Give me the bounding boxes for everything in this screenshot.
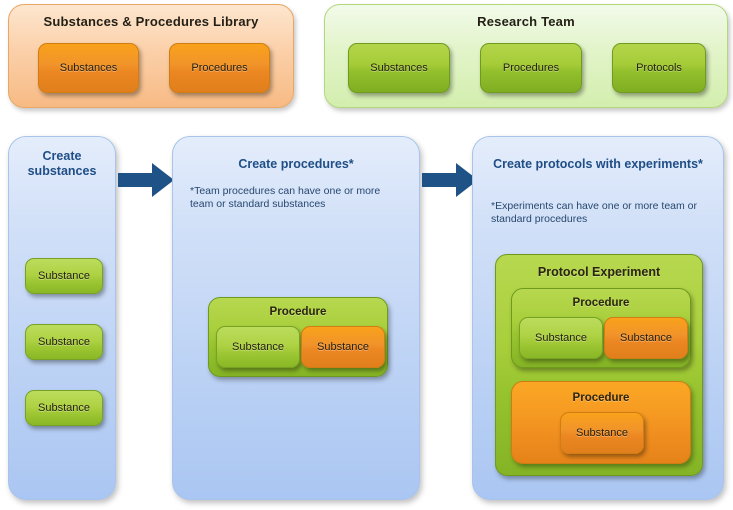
library-chip-substances-label: Substances	[59, 62, 118, 74]
team-chip-protocols-label: Protocols	[636, 62, 682, 74]
substance-item-2[interactable]: Substance	[25, 324, 103, 360]
experiment-procedure-green-substance-team[interactable]: Substance	[519, 317, 603, 359]
substance-item-1-label: Substance	[38, 270, 90, 282]
substance-item-2-label: Substance	[38, 336, 90, 348]
step-create-procedures-title: Create procedures*	[238, 157, 354, 171]
procedure-group[interactable]: Procedure Substance Substance	[208, 297, 388, 377]
team-chip-substances-label: Substances	[370, 62, 428, 74]
experiment-procedure-orange[interactable]: Procedure Substance	[511, 381, 691, 464]
procedure-substance-standard[interactable]: Substance	[301, 326, 385, 368]
procedure-group-title: Procedure	[269, 306, 327, 318]
research-team-title: Research Team	[477, 14, 575, 29]
experiment-procedure-green-title: Procedure	[572, 297, 630, 309]
procedure-substance-standard-label: Substance	[317, 341, 369, 353]
arrow-substances-to-procedures	[118, 163, 174, 197]
library-title: Substances & Procedures Library	[43, 14, 259, 29]
experiment-procedure-green-substance-standard[interactable]: Substance	[604, 317, 688, 359]
protocol-experiment-title: Protocol Experiment	[537, 265, 661, 279]
step-create-substances-panel: Create substances Substance Substance Su…	[8, 136, 116, 500]
experiment-procedure-green-substance-team-label: Substance	[535, 332, 587, 344]
team-chip-protocols[interactable]: Protocols	[612, 43, 706, 93]
research-team-box: Research Team Substances Procedures Prot…	[324, 4, 728, 108]
library-chip-procedures-label: Procedures	[191, 62, 248, 74]
experiment-procedure-green[interactable]: Procedure Substance Substance	[511, 288, 691, 368]
step-create-procedures-note: *Team procedures can have one or more te…	[190, 185, 381, 210]
substance-item-3[interactable]: Substance	[25, 390, 103, 426]
substance-item-1[interactable]: Substance	[25, 258, 103, 294]
library-chip-substances[interactable]: Substances	[38, 43, 139, 93]
procedure-substance-team[interactable]: Substance	[216, 326, 300, 368]
experiment-procedure-orange-substance[interactable]: Substance	[560, 412, 644, 454]
step-create-protocols-note: *Experiments can have one or more team o…	[491, 200, 698, 225]
experiment-procedure-orange-substance-label: Substance	[576, 427, 628, 439]
step-create-protocols-title: Create protocols with experiments*	[493, 157, 703, 171]
substances-procedures-library-box: Substances & Procedures Library Substanc…	[8, 4, 294, 108]
team-chip-substances[interactable]: Substances	[348, 43, 450, 93]
experiment-procedure-orange-title: Procedure	[572, 392, 630, 404]
library-chip-procedures[interactable]: Procedures	[169, 43, 270, 93]
team-chip-procedures-label: Procedures	[502, 62, 560, 74]
step-create-substances-title: Create substances	[27, 149, 97, 178]
arrow-procedures-to-protocols	[422, 163, 478, 197]
step-create-protocols-panel: Create protocols with experiments* *Expe…	[472, 136, 724, 500]
experiment-procedure-green-substance-standard-label: Substance	[620, 332, 672, 344]
procedure-substance-team-label: Substance	[232, 341, 284, 353]
step-create-procedures-panel: Create procedures* *Team procedures can …	[172, 136, 420, 500]
team-chip-procedures[interactable]: Procedures	[480, 43, 582, 93]
substance-item-3-label: Substance	[38, 402, 90, 414]
protocol-experiment-group[interactable]: Protocol Experiment Procedure Substance …	[495, 254, 703, 476]
